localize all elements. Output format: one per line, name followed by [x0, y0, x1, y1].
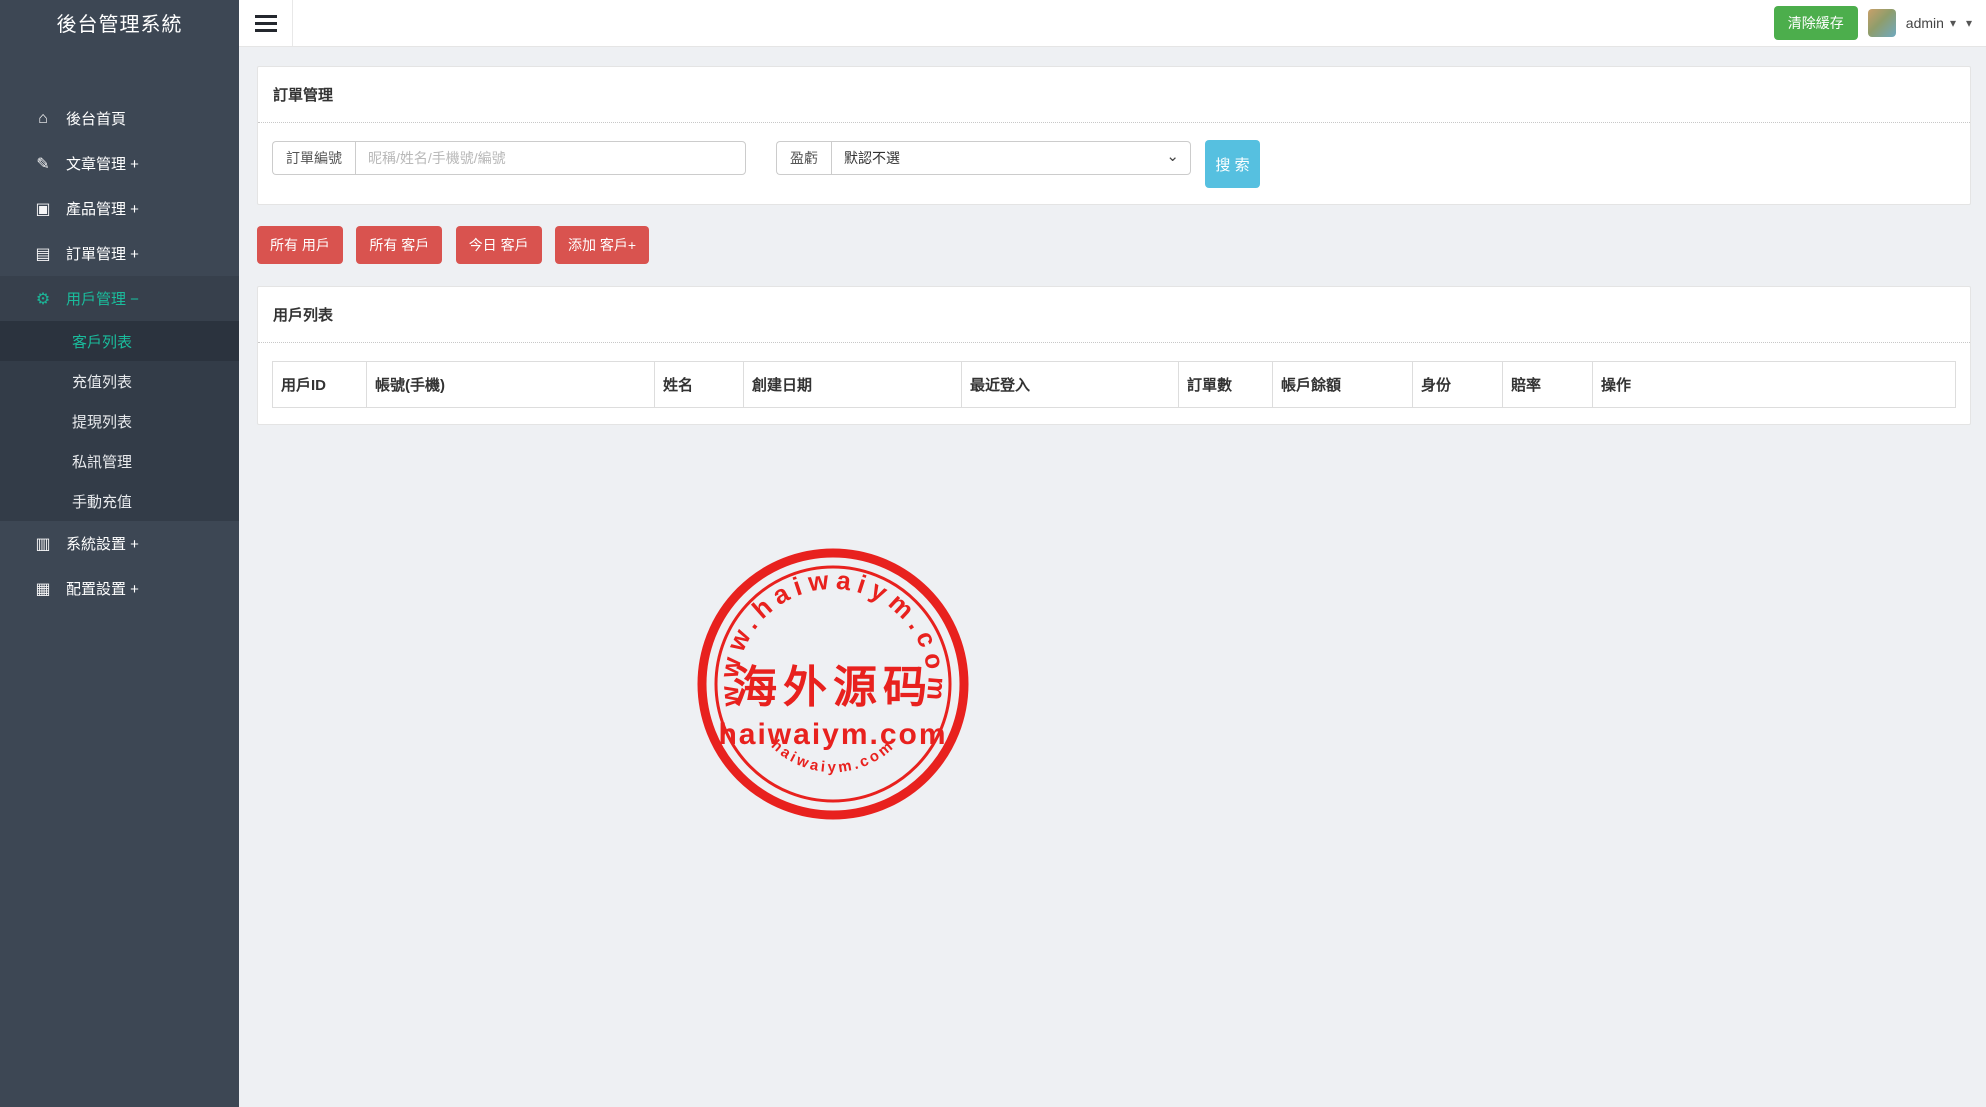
sidebar-item-label: 用戶管理 − [66, 288, 139, 309]
book-icon: ▤ [30, 244, 56, 264]
main-content: 訂單管理 訂單編號 盈虧 默認不選 ⌄ 搜 索 所有 用戶 所有 客戶 今日 [239, 46, 1986, 1107]
col-name: 姓名 [655, 362, 744, 408]
grid-icon: ▦ [30, 579, 56, 599]
profit-label: 盈虧 [776, 141, 831, 175]
user-list-panel: 用戶列表 用戶ID 帳號(手機) 姓名 創建日期 最近登入 訂單數 帳戶餘額 [257, 286, 1971, 425]
search-button[interactable]: 搜 索 [1205, 140, 1260, 188]
app-brand: 後台管理系統 [0, 0, 239, 46]
col-order-count: 訂單數 [1179, 362, 1273, 408]
order-no-group: 訂單編號 [272, 141, 746, 175]
all-customers-button[interactable]: 所有 客戶 [356, 226, 442, 264]
col-actions: 操作 [1593, 362, 1956, 408]
sidebar-item-label: 配置設置 + [66, 578, 139, 599]
caret-down-icon[interactable]: ▾ [1966, 16, 1972, 30]
order-management-panel: 訂單管理 訂單編號 盈虧 默認不選 ⌄ 搜 索 [257, 66, 1971, 205]
quick-actions: 所有 用戶 所有 客戶 今日 客戶 添加 客戶+ [257, 226, 1971, 264]
sidebar-item-home[interactable]: ⌂ 後台首頁 [0, 96, 239, 141]
submenu-item-label: 手動充值 [72, 491, 132, 512]
sidebar-item-config[interactable]: ▦ 配置設置 + [0, 566, 239, 611]
submenu-item-label: 提現列表 [72, 411, 132, 432]
submenu-item-message-mgmt[interactable]: 私訊管理 [0, 441, 239, 481]
table-header-row: 用戶ID 帳號(手機) 姓名 創建日期 最近登入 訂單數 帳戶餘額 身份 賠率 … [273, 362, 1956, 408]
submenu-item-label: 充值列表 [72, 371, 132, 392]
order-no-label: 訂單編號 [272, 141, 355, 175]
avatar[interactable] [1868, 9, 1896, 37]
col-last-login: 最近登入 [962, 362, 1179, 408]
sidebar-item-system[interactable]: ▥ 系統設置 + [0, 521, 239, 566]
sidebar-item-label: 產品管理 + [66, 198, 139, 219]
clear-cache-button[interactable]: 清除緩存 [1774, 6, 1858, 40]
admin-username: admin [1906, 15, 1944, 31]
sidebar-menu: ⌂ 後台首頁 ✎ 文章管理 + ▣ 產品管理 + ▤ 訂單管理 + ⚙ 用戶管理… [0, 96, 239, 611]
laptop-icon: ▣ [30, 199, 56, 219]
sidebar-item-label: 文章管理 + [66, 153, 139, 174]
gears-icon: ⚙ [30, 289, 56, 309]
sidebar-item-users[interactable]: ⚙ 用戶管理 − [0, 276, 239, 321]
server-icon: ▥ [30, 534, 56, 554]
topbar: 清除緩存 admin ▾ ▾ [239, 0, 1986, 47]
sidebar-item-products[interactable]: ▣ 產品管理 + [0, 186, 239, 231]
col-user-id: 用戶ID [273, 362, 367, 408]
submenu-item-withdraw-list[interactable]: 提現列表 [0, 401, 239, 441]
sidebar-item-label: 後台首頁 [66, 108, 126, 129]
panel-title: 訂單管理 [258, 67, 1970, 123]
sidebar-item-label: 訂單管理 + [66, 243, 139, 264]
submenu-item-recharge-list[interactable]: 充值列表 [0, 361, 239, 401]
today-customers-button[interactable]: 今日 客戶 [456, 226, 542, 264]
submenu-item-customer-list[interactable]: 客戶列表 [0, 321, 239, 361]
sidebar-item-label: 系統設置 + [66, 533, 139, 554]
col-balance: 帳戶餘額 [1273, 362, 1413, 408]
caret-down-icon: ▾ [1950, 16, 1956, 30]
pencil-icon: ✎ [30, 154, 56, 174]
sidebar-item-orders[interactable]: ▤ 訂單管理 + [0, 231, 239, 276]
col-created: 創建日期 [744, 362, 962, 408]
panel-title: 用戶列表 [258, 287, 1970, 343]
user-table: 用戶ID 帳號(手機) 姓名 創建日期 最近登入 訂單數 帳戶餘額 身份 賠率 … [272, 361, 1956, 408]
users-submenu: 客戶列表 充值列表 提現列表 私訊管理 手動充值 [0, 321, 239, 521]
sidebar: 後台管理系統 ⌂ 後台首頁 ✎ 文章管理 + ▣ 產品管理 + ▤ 訂單管理 +… [0, 0, 239, 1107]
all-users-button[interactable]: 所有 用戶 [257, 226, 343, 264]
submenu-item-manual-recharge[interactable]: 手動充值 [0, 481, 239, 521]
add-customer-button[interactable]: 添加 客戶+ [555, 226, 649, 264]
col-account: 帳號(手機) [367, 362, 655, 408]
col-rate: 賠率 [1503, 362, 1593, 408]
hamburger-menu-icon[interactable] [239, 0, 293, 46]
search-input[interactable] [355, 141, 746, 175]
profit-group: 盈虧 默認不選 ⌄ [776, 141, 1191, 175]
submenu-item-label: 客戶列表 [72, 331, 132, 352]
col-role: 身份 [1413, 362, 1503, 408]
profit-select[interactable]: 默認不選 [831, 141, 1191, 175]
home-icon: ⌂ [30, 110, 56, 128]
submenu-item-label: 私訊管理 [72, 451, 132, 472]
admin-dropdown[interactable]: admin ▾ [1906, 15, 1956, 31]
sidebar-item-articles[interactable]: ✎ 文章管理 + [0, 141, 239, 186]
